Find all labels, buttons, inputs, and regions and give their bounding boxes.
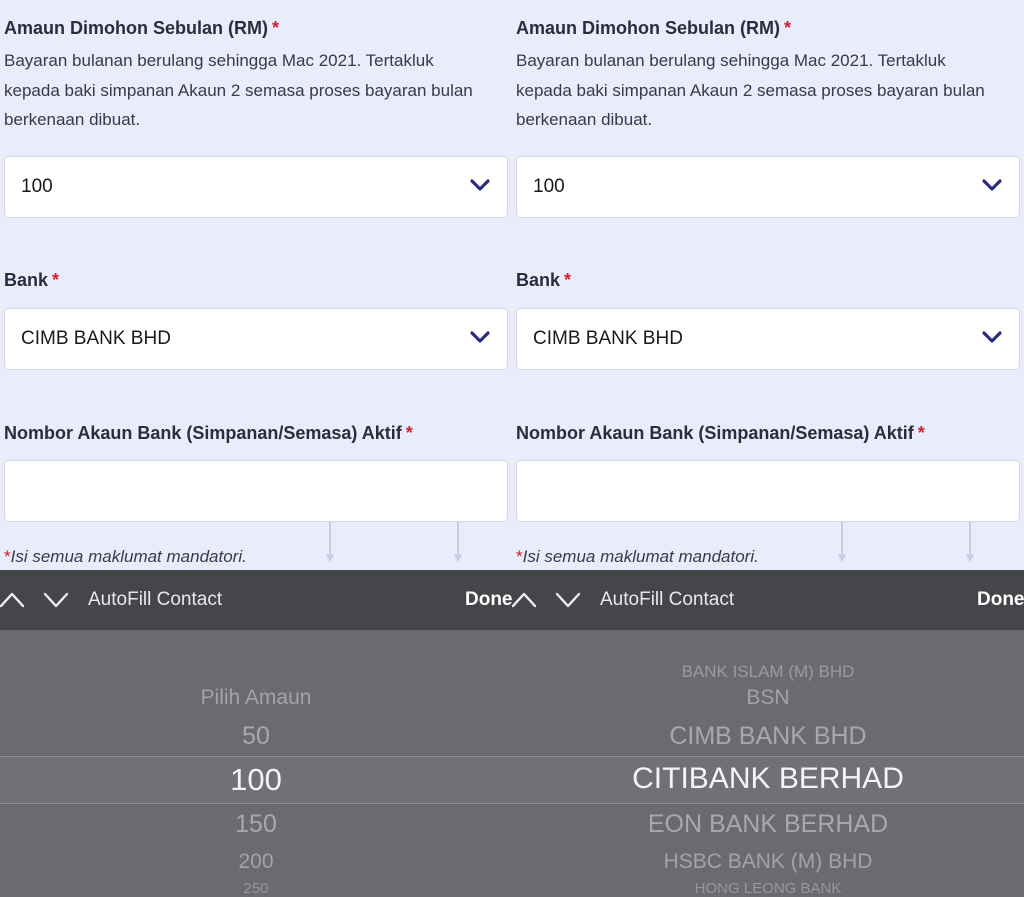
account-number-input[interactable]	[4, 460, 508, 522]
arrow-down-icon	[966, 522, 974, 563]
bank-select-value: CIMB BANK BHD	[21, 328, 171, 349]
amount-select[interactable]: 100	[516, 156, 1020, 218]
bank-form: Amaun Dimohon Sebulan (RM) * Bayaran bula…	[0, 0, 512, 570]
bank-select-value: CIMB BANK BHD	[533, 328, 683, 349]
chevron-up-icon[interactable]	[0, 588, 26, 612]
left-pane: Amaun Dimohon Sebulan (RM) * Bayaran bula…	[0, 0, 512, 897]
picker-option[interactable]: 150	[0, 810, 512, 839]
arrow-down-icon	[326, 522, 334, 563]
bank-select[interactable]: CIMB BANK BHD	[4, 308, 508, 370]
picker-option[interactable]: Pilih Amaun	[0, 686, 512, 710]
picker-option[interactable]: 50	[0, 722, 512, 751]
account-number-label: Nombor Akaun Bank (Simpanan/Semasa) Akti…	[516, 423, 925, 443]
required-mark: *	[784, 18, 792, 38]
chevron-down-icon	[470, 179, 490, 191]
picker-option-selected[interactable]: 100	[0, 762, 512, 798]
required-mark: *	[917, 423, 925, 443]
amount-select-value: 100	[21, 176, 53, 197]
keyboard-toolbar: AutoFill Contact Done	[512, 570, 1024, 630]
keyboard-toolbar: AutoFill Contact Done	[0, 570, 512, 630]
mandatory-note: *Isi semua maklumat mandatori.	[516, 547, 759, 566]
bank-label: Bank *	[516, 270, 572, 290]
amount-description: Bayaran bulanan berulang sehingga Mac 20…	[516, 51, 985, 129]
amount-select-value: 100	[533, 176, 565, 197]
chevron-down-icon	[470, 331, 490, 343]
picker-option[interactable]: BANK ISLAM (M) BHD	[512, 662, 1024, 682]
chevron-down-icon[interactable]	[42, 588, 70, 612]
account-number-input[interactable]	[516, 460, 1020, 522]
bank-picker-wheel[interactable]: BANK ISLAM (M) BHD BSN CIMB BANK BHD CIT…	[512, 630, 1024, 897]
required-mark: *	[405, 423, 413, 443]
chevron-down-icon[interactable]	[554, 588, 582, 612]
bank-form: Amaun Dimohon Sebulan (RM) * Bayaran bula…	[512, 0, 1024, 570]
amount-select[interactable]: 100	[4, 156, 508, 218]
bank-select[interactable]: CIMB BANK BHD	[516, 308, 1020, 370]
required-mark: *	[52, 270, 60, 290]
picker-option[interactable]: 200	[0, 850, 512, 874]
picker-option[interactable]: CIMB BANK BHD	[512, 722, 1024, 751]
required-mark: *	[272, 18, 280, 38]
done-button[interactable]: Done	[977, 589, 1024, 611]
picker-option[interactable]: HONG LEONG BANK	[512, 880, 1024, 897]
chevron-down-icon	[982, 331, 1002, 343]
amount-picker-wheel[interactable]: Pilih Amaun 50 100 150 200 250	[0, 630, 512, 897]
autofill-contact-button[interactable]: AutoFill Contact	[600, 589, 734, 611]
picker-option[interactable]: 250	[0, 880, 512, 897]
amount-label: Amaun Dimohon Sebulan (RM) *	[4, 18, 280, 38]
amount-label: Amaun Dimohon Sebulan (RM) *	[516, 18, 792, 38]
arrow-down-icon	[838, 522, 846, 563]
done-button[interactable]: Done	[465, 589, 512, 611]
required-mark: *	[564, 270, 572, 290]
right-pane: Amaun Dimohon Sebulan (RM) * Bayaran bula…	[512, 0, 1024, 897]
arrow-down-icon	[454, 522, 462, 563]
amount-description: Bayaran bulanan berulang sehingga Mac 20…	[4, 51, 473, 129]
chevron-down-icon	[982, 179, 1002, 191]
bank-label: Bank *	[4, 270, 60, 290]
picker-option[interactable]: BSN	[512, 686, 1024, 710]
autofill-contact-button[interactable]: AutoFill Contact	[88, 589, 222, 611]
picker-option[interactable]: HSBC BANK (M) BHD	[512, 850, 1024, 874]
chevron-up-icon[interactable]	[512, 588, 538, 612]
account-number-label: Nombor Akaun Bank (Simpanan/Semasa) Akti…	[4, 423, 413, 443]
mandatory-note: *Isi semua maklumat mandatori.	[4, 547, 247, 566]
picker-option[interactable]: EON BANK BERHAD	[512, 810, 1024, 839]
picker-option-selected[interactable]: CITIBANK BERHAD	[512, 762, 1024, 796]
